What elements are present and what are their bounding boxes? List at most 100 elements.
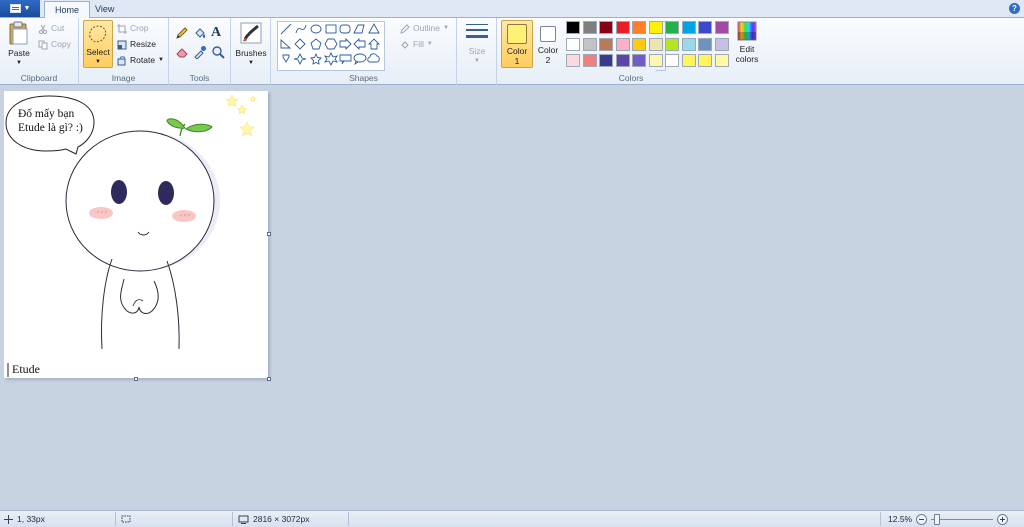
zoom-in-button[interactable] bbox=[997, 513, 1009, 525]
color-swatch[interactable] bbox=[681, 37, 696, 51]
zoom-slider[interactable] bbox=[931, 513, 994, 525]
text-tool[interactable]: A bbox=[210, 25, 226, 41]
cursor-position-value: 1, 33px bbox=[17, 514, 45, 524]
cut-label: Cut bbox=[51, 23, 65, 33]
color-swatch[interactable] bbox=[582, 54, 597, 67]
crop-button[interactable]: Crop bbox=[117, 21, 148, 36]
outline-button[interactable]: Outline ▼ bbox=[400, 21, 449, 36]
color-swatch[interactable] bbox=[665, 37, 679, 51]
size-group: Size ▼ bbox=[457, 18, 497, 85]
color-swatch[interactable] bbox=[632, 37, 646, 51]
chevron-down-icon: ▼ bbox=[95, 59, 101, 65]
shapes-gallery-icons bbox=[280, 23, 381, 67]
color-swatch[interactable] bbox=[615, 21, 630, 34]
copy-label: Copy bbox=[51, 39, 71, 49]
zoom-level: 12.5% bbox=[888, 514, 913, 524]
color-swatch[interactable] bbox=[681, 54, 696, 67]
color-swatch[interactable] bbox=[566, 21, 580, 34]
edit-colors-button[interactable]: Edit colors bbox=[731, 20, 763, 68]
tools-group-label: Tools bbox=[189, 73, 210, 83]
brushes-button[interactable]: Brushes ▼ bbox=[235, 20, 267, 68]
outline-label: Outline bbox=[413, 23, 440, 33]
color-swatch[interactable] bbox=[599, 21, 613, 34]
zoom-out-button[interactable] bbox=[916, 513, 928, 525]
image-size: 2816 × 3072px bbox=[238, 511, 309, 527]
paste-label: Paste bbox=[8, 48, 30, 58]
rotate-button[interactable]: Rotate ▼ bbox=[117, 53, 164, 68]
color-swatch[interactable] bbox=[599, 37, 613, 51]
color-swatch[interactable] bbox=[698, 54, 712, 67]
status-bar: 1, 33px 2816 × 3072px 12.5% bbox=[0, 510, 1024, 527]
color-swatch[interactable] bbox=[566, 37, 580, 51]
resize-icon bbox=[117, 40, 127, 49]
fill-tool[interactable] bbox=[192, 25, 208, 41]
color2-label: Color bbox=[537, 45, 559, 55]
chevron-down-icon: ▼ bbox=[474, 58, 480, 64]
shapes-group-label: Shapes bbox=[349, 73, 378, 83]
speech-bubble-line-2: Etude là gì? :) bbox=[18, 122, 83, 134]
color-swatch[interactable] bbox=[582, 37, 597, 51]
chevron-down-icon: ▼ bbox=[442, 25, 449, 31]
size-button[interactable]: Size ▼ bbox=[461, 20, 493, 68]
color-swatch[interactable] bbox=[714, 21, 729, 34]
select-button[interactable]: Select ▼ bbox=[83, 20, 113, 68]
color-swatch[interactable] bbox=[698, 37, 712, 51]
resize-label: Resize bbox=[130, 39, 156, 49]
pencil-tool[interactable] bbox=[174, 25, 190, 41]
color-swatch[interactable] bbox=[582, 21, 597, 34]
color-swatch[interactable] bbox=[665, 21, 679, 34]
paint-menu-button[interactable]: ▼ bbox=[0, 0, 40, 17]
canvas-signature-text: Etude bbox=[12, 362, 40, 376]
color2-swatch bbox=[540, 26, 556, 42]
color-swatch[interactable] bbox=[648, 54, 663, 67]
color-picker-tool[interactable] bbox=[192, 44, 208, 60]
pencil-icon bbox=[176, 27, 188, 39]
color-swatch[interactable] bbox=[632, 54, 646, 67]
color-palette bbox=[566, 21, 734, 71]
paste-button[interactable]: Paste ▼ bbox=[4, 20, 34, 70]
chevron-down-icon: ▼ bbox=[16, 60, 22, 66]
color-swatch[interactable] bbox=[615, 37, 630, 51]
color-swatch[interactable] bbox=[648, 21, 663, 34]
crop-icon bbox=[117, 23, 127, 34]
color-swatch[interactable] bbox=[714, 54, 729, 67]
scissors-icon bbox=[38, 24, 48, 34]
color2-button[interactable]: Color 2 bbox=[535, 20, 561, 68]
chevron-down-icon: ▼ bbox=[426, 41, 433, 47]
copy-button[interactable]: Copy bbox=[38, 37, 71, 52]
paste-icon bbox=[9, 21, 28, 45]
color-swatch[interactable] bbox=[698, 21, 712, 34]
image-size-icon bbox=[238, 515, 249, 524]
tab-view[interactable]: View bbox=[85, 1, 124, 18]
color1-button[interactable]: Color 1 bbox=[501, 20, 533, 68]
rotate-label: Rotate bbox=[130, 55, 156, 65]
color-swatch[interactable] bbox=[714, 37, 729, 51]
color-swatch[interactable] bbox=[599, 54, 613, 67]
shapes-gallery[interactable] bbox=[277, 21, 385, 71]
resize-handle-bottom[interactable] bbox=[134, 377, 138, 381]
color-swatch[interactable] bbox=[648, 37, 663, 51]
text-icon: A bbox=[211, 25, 222, 40]
tab-home[interactable]: Home bbox=[44, 1, 91, 19]
eraser-tool[interactable] bbox=[174, 44, 190, 60]
chevron-down-icon: ▼ bbox=[158, 57, 164, 63]
outline-icon bbox=[400, 23, 410, 34]
resize-handle-right[interactable] bbox=[267, 232, 271, 236]
cut-button[interactable]: Cut bbox=[38, 21, 64, 36]
color-swatch[interactable] bbox=[566, 54, 580, 67]
color-swatch[interactable] bbox=[681, 21, 696, 34]
color-swatch[interactable] bbox=[665, 54, 679, 67]
color-swatch[interactable] bbox=[615, 54, 630, 67]
status-separator bbox=[115, 512, 116, 526]
magnifier-tool[interactable] bbox=[210, 44, 226, 60]
color1-swatch bbox=[507, 24, 527, 44]
color-swatch[interactable] bbox=[632, 21, 646, 34]
drawing-canvas[interactable]: Đố mấy bạn Etude là gì? :) Etude bbox=[4, 91, 268, 378]
fill-icon bbox=[401, 40, 409, 49]
resize-handle-corner[interactable] bbox=[267, 377, 271, 381]
rotate-icon bbox=[117, 55, 126, 65]
fill-button[interactable]: Fill ▼ bbox=[400, 37, 433, 52]
resize-button[interactable]: Resize bbox=[117, 37, 156, 52]
zoom-slider-thumb[interactable] bbox=[934, 513, 941, 525]
help-icon[interactable]: ? bbox=[1009, 3, 1020, 14]
